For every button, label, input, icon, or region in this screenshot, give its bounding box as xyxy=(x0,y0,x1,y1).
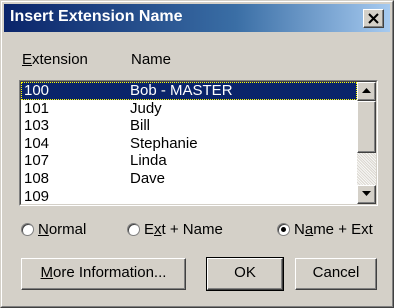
arrow-down-icon xyxy=(362,191,371,196)
radio-ext-name-hotkey: x xyxy=(154,220,162,238)
radio-normal-label: Normal xyxy=(38,221,86,238)
radio-name-ext-label: Name + Ext xyxy=(294,221,373,238)
radio-ext-name-pre: E xyxy=(144,220,155,238)
list-item-extension: 100 xyxy=(24,82,50,99)
more-info-hotkey: M xyxy=(40,264,54,281)
list-item-extension: 107 xyxy=(24,152,50,170)
list-item-name: Dave xyxy=(130,169,166,187)
insert-extension-dialog: Insert Extension Name Extension Name 100… xyxy=(0,0,394,308)
radio-ext-name[interactable]: Ext + Name xyxy=(127,219,223,239)
radio-name-ext-pre: N xyxy=(294,220,305,238)
list-item-extension: 108 xyxy=(24,169,50,187)
close-button[interactable] xyxy=(363,9,384,28)
radio-name-ext-circle[interactable] xyxy=(277,222,290,236)
column-header-extension: Extension xyxy=(22,51,88,68)
scroll-up-button[interactable] xyxy=(357,82,376,101)
list-item[interactable]: 107 Linda xyxy=(21,152,357,170)
list-item[interactable]: 104 Stephanie xyxy=(21,135,357,153)
radio-name-ext-rest: me + Ext xyxy=(313,220,373,238)
radio-normal-circle[interactable] xyxy=(21,222,34,236)
list-item-name: Bill xyxy=(130,117,151,135)
radio-ext-name-label: Ext + Name xyxy=(144,221,223,238)
close-icon xyxy=(368,13,379,24)
radio-name-ext[interactable]: Name + Ext xyxy=(277,219,373,239)
list-scrollbar[interactable] xyxy=(357,82,376,204)
extension-hotkey: E xyxy=(22,51,33,68)
more-information-button[interactable]: More Information... xyxy=(21,258,186,290)
list-item-extension: 104 xyxy=(24,134,50,152)
list-item-name: Judy xyxy=(130,99,162,117)
radio-normal-rest: ormal xyxy=(48,220,87,238)
list-item-name: Linda xyxy=(130,152,167,170)
radio-name-ext-hotkey: a xyxy=(304,220,314,238)
list-item-extension: 101 xyxy=(24,99,50,117)
extension-list-frame: 100 Bob - MASTER 101 Judy 103 Bill 104 Stephani… xyxy=(20,81,377,205)
list-item[interactable]: 100 Bob - MASTER xyxy=(21,82,357,100)
list-item-name: Stephanie xyxy=(130,134,198,152)
radio-ext-name-circle[interactable] xyxy=(127,222,140,236)
list-item[interactable]: 103 Bill xyxy=(21,117,357,135)
column-header-name: Name xyxy=(131,51,172,68)
title-bar[interactable]: Insert Extension Name xyxy=(4,4,390,32)
window-title: Insert Extension Name xyxy=(10,8,183,25)
cancel-button[interactable]: Cancel xyxy=(295,258,377,290)
list-item[interactable]: 101 Judy xyxy=(21,100,357,118)
list-item-extension: 103 xyxy=(24,117,50,135)
more-info-label: ore Information... xyxy=(53,264,167,281)
ok-button[interactable]: OK xyxy=(206,257,284,291)
extension-header-label: xtension xyxy=(32,51,88,68)
radio-normal[interactable]: Normal xyxy=(21,219,86,239)
radio-normal-hotkey: N xyxy=(38,220,49,238)
arrow-up-icon xyxy=(362,88,371,93)
list-item[interactable]: 109 xyxy=(21,187,357,205)
extension-list[interactable]: 100 Bob - MASTER 101 Judy 103 Bill 104 Stephani… xyxy=(19,80,378,206)
radio-ext-name-rest: t + Name xyxy=(161,220,223,238)
list-item-extension: 109 xyxy=(24,187,50,205)
scroll-down-button[interactable] xyxy=(357,185,376,204)
scrollbar-thumb[interactable] xyxy=(357,101,376,153)
list-item[interactable]: 108 Dave xyxy=(21,170,357,188)
list-item-name: Bob - MASTER xyxy=(130,82,233,99)
extension-list-rows: 100 Bob - MASTER 101 Judy 103 Bill 104 Stephani… xyxy=(21,82,357,205)
